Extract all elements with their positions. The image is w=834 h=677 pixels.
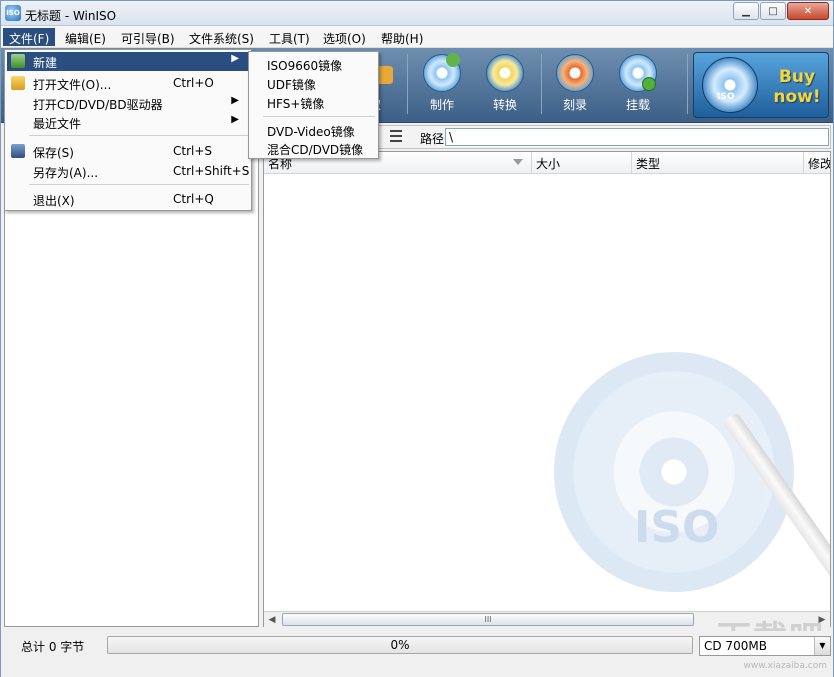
file-menu-dropdown: 新建 ▶ 打开文件(O)... Ctrl+O 打开CD/DVD/BD驱动器 ▶ 最… <box>4 49 252 211</box>
media-size-value: CD 700MB <box>704 639 767 653</box>
menu-edit[interactable]: 编辑(E) <box>59 28 112 46</box>
disc-icon <box>556 54 594 92</box>
title-bar: ISO 无标题 - WinISO ▁ □ ✕ <box>1 1 833 26</box>
convert-button[interactable]: 转换 <box>476 52 534 118</box>
menu-filesystem[interactable]: 文件系统(S) <box>183 28 260 46</box>
chevron-down-icon[interactable]: ▼ <box>814 637 830 655</box>
view-list-icon[interactable] <box>390 130 402 142</box>
minimize-button[interactable]: ▁ <box>733 2 759 20</box>
status-bar: 总计 0 字节 0% CD 700MB ▼ www.xiazaiba.com <box>1 631 833 677</box>
buy-now-text: Buy now! <box>773 67 821 107</box>
column-type[interactable]: 类型 <box>632 152 804 174</box>
save-icon <box>11 144 25 158</box>
burn-button[interactable]: 刻录 <box>546 52 604 118</box>
submenu-arrow-icon: ▶ <box>231 114 239 125</box>
menu-item-save-as[interactable]: 另存为(A)... Ctrl+Shift+S <box>7 162 249 181</box>
menu-item-recent[interactable]: 最近文件 ▶ <box>7 113 249 132</box>
scroll-thumb[interactable]: III <box>282 613 694 626</box>
scroll-left-icon[interactable]: ◀ <box>264 613 280 627</box>
media-size-select[interactable]: CD 700MB ▼ <box>699 636 831 656</box>
menu-item-open-drive[interactable]: 打开CD/DVD/BD驱动器 ▶ <box>7 94 249 113</box>
column-size[interactable]: 大小 <box>532 152 632 174</box>
disc-icon <box>619 54 657 92</box>
site-watermark: www.xiazaiba.com <box>743 661 827 671</box>
path-input[interactable]: \ <box>445 128 829 146</box>
iso-disc-icon: ISO <box>702 57 758 113</box>
path-label: 路径 <box>420 132 445 146</box>
menu-file[interactable]: 文件(F) <box>3 28 56 46</box>
new-submenu: ISO9660镜像 UDF镜像 HFS+镜像 DVD-Video镜像 混合CD/… <box>248 51 379 159</box>
menu-help[interactable]: 帮助(H) <box>375 28 429 46</box>
submenu-arrow-icon: ▶ <box>231 95 239 106</box>
total-size-text: 总计 0 字节 <box>21 640 85 654</box>
file-list-pane[interactable]: 名称 大小 类型 修改 ISO <box>263 151 831 627</box>
progress-text: 0% <box>390 638 410 652</box>
sort-descending-icon <box>513 159 523 165</box>
menu-bar: 文件(F) 编辑(E) 可引导(B) 文件系统(S) 工具(T) 选项(O) 帮… <box>1 26 833 48</box>
menu-bootable[interactable]: 可引导(B) <box>115 28 181 46</box>
open-folder-icon <box>11 76 25 90</box>
menu-tools[interactable]: 工具(T) <box>263 28 316 46</box>
burn-label: 刻录 <box>562 98 587 112</box>
disc-icon <box>486 54 524 92</box>
disc-icon <box>423 53 461 92</box>
column-name-label: 名称 <box>268 157 293 171</box>
mount-button[interactable]: 挂载 <box>609 52 667 118</box>
menu-item-exit[interactable]: 退出(X) Ctrl+Q <box>7 190 249 209</box>
make-label: 制作 <box>429 98 454 112</box>
menu-options[interactable]: 选项(O) <box>317 28 372 46</box>
submenu-item-dvd-video[interactable]: DVD-Video镜像 <box>267 123 355 140</box>
app-window: ISO 无标题 - WinISO ▁ □ ✕ 文件(F) 编辑(E) 可引导(B… <box>0 0 834 677</box>
menu-item-save[interactable]: 保存(S) Ctrl+S <box>7 142 249 161</box>
submenu-arrow-icon: ▶ <box>231 53 239 64</box>
submenu-item-hybrid[interactable]: 混合CD/DVD镜像 <box>267 141 363 158</box>
maximize-button[interactable]: □ <box>760 2 786 20</box>
convert-label: 转换 <box>492 98 517 112</box>
progress-bar: 0% <box>107 636 693 654</box>
menu-item-open[interactable]: 打开文件(O)... Ctrl+O <box>7 74 249 93</box>
app-icon: ISO <box>5 5 21 21</box>
make-button[interactable]: 制作 <box>413 52 471 118</box>
new-icon <box>11 54 25 68</box>
submenu-item-hfs[interactable]: HFS+镜像 <box>267 95 324 112</box>
buy-now-banner[interactable]: ISO Buy now! <box>693 52 829 118</box>
submenu-item-iso9660[interactable]: ISO9660镜像 <box>267 57 342 74</box>
mount-label: 挂载 <box>625 98 650 112</box>
menu-item-new[interactable]: 新建 ▶ <box>7 52 249 71</box>
window-title: 无标题 - WinISO <box>25 9 117 23</box>
close-button[interactable]: ✕ <box>787 2 829 20</box>
column-modified[interactable]: 修改 <box>804 152 830 174</box>
submenu-item-udf[interactable]: UDF镜像 <box>267 76 316 93</box>
